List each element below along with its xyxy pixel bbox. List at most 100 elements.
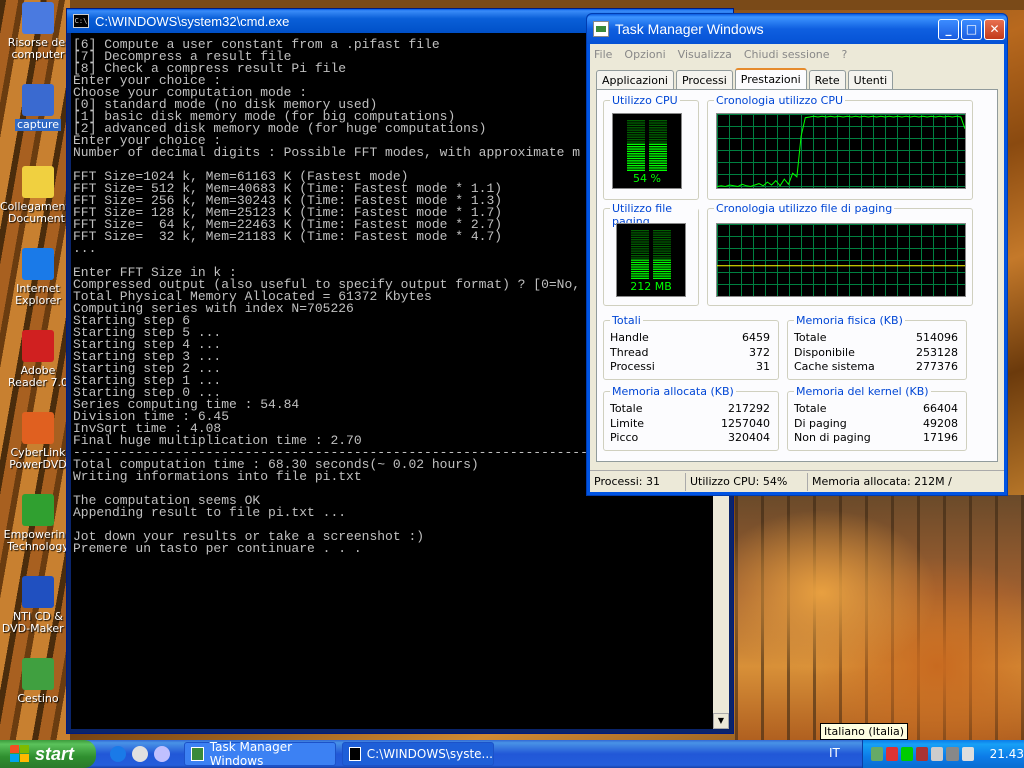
meter-segment	[653, 261, 671, 264]
meter-segment	[649, 150, 667, 153]
commit-memory-title: Memoria allocata (KB)	[610, 385, 736, 398]
desktop-icon-adobe-reader-7-0[interactable]: Adobe Reader 7.0	[0, 330, 76, 389]
meter-segment	[649, 127, 667, 129]
status-cpu: Utilizzo CPU: 54%	[686, 472, 808, 491]
adobe-reader-7-0-icon	[22, 330, 54, 362]
desktop-icon-label: CyberLink PowerDVD	[9, 446, 67, 471]
desktop-icon-risorse-del-computer[interactable]: Risorse del computer	[0, 2, 76, 61]
desktop-icon-nti-cd-dvd-maker-7[interactable]: NTI CD & DVD-Maker 7	[0, 576, 76, 635]
clock[interactable]: 21.43	[990, 747, 1024, 761]
tab-network[interactable]: Rete	[808, 70, 846, 90]
explorer-quicklaunch-icon[interactable]	[132, 746, 148, 762]
meter-segment	[649, 153, 667, 155]
start-button[interactable]: start	[0, 740, 96, 768]
meter-segment	[627, 143, 645, 145]
meter-segment	[627, 136, 645, 138]
media-player-quicklaunch-icon[interactable]	[154, 746, 170, 762]
task-manager-tray-icon[interactable]	[901, 747, 914, 761]
ie-quicklaunch-icon[interactable]	[110, 746, 126, 762]
tab-applications[interactable]: Applicazioni	[596, 70, 674, 90]
scroll-down-arrow-icon[interactable]: ▼	[713, 713, 729, 729]
security-shield-icon[interactable]	[886, 747, 899, 761]
meter-segment	[631, 261, 649, 264]
meter-segment	[627, 155, 645, 157]
task-manager-window[interactable]: Task Manager Windows _ □ ✕ File Opzioni …	[586, 13, 1008, 496]
meter-segment	[649, 138, 667, 141]
safely-remove-icon[interactable]	[961, 747, 974, 761]
meter-segment	[649, 120, 667, 122]
meter-segment	[649, 164, 667, 167]
cpu-history-graph	[716, 113, 966, 189]
cmd-icon	[349, 747, 361, 761]
tm-statusbar: Processi: 31 Utilizzo CPU: 54% Memoria a…	[590, 470, 1004, 492]
desktop-icon-empowering-technology[interactable]: Empowering Technology	[0, 494, 76, 553]
meter-segment	[653, 248, 671, 250]
menu-options[interactable]: Opzioni	[624, 48, 665, 61]
pf-history-title: Cronologia utilizzo file di paging	[714, 202, 895, 215]
taskbar: start Task Manager Windows C:\WINDOWS\sy…	[0, 740, 1024, 768]
meter-segment	[649, 131, 667, 134]
meter-segment	[627, 169, 645, 171]
desktop-icon-collegamento-documenti[interactable]: Collegamento Documenti	[0, 166, 77, 225]
cmd-title: C:\WINDOWS\system32\cmd.exe	[95, 13, 290, 29]
meter-segment	[653, 239, 671, 241]
menu-help[interactable]: ?	[842, 48, 848, 61]
tm-title: Task Manager Windows	[615, 21, 764, 37]
pf-usage-value: 212 MB	[630, 280, 672, 293]
internet-explorer-icon	[22, 248, 54, 280]
desktop-icon-label: Empowering Technology	[3, 528, 73, 553]
pf-usage-group: Utilizzo file paging 212 MB	[603, 202, 699, 306]
wallpaper-leaves	[735, 495, 1024, 740]
meter-segment	[649, 167, 667, 169]
language-indicator[interactable]: IT	[829, 746, 840, 760]
meter-segment	[627, 164, 645, 167]
kernel-memory-group: Memoria del kernel (KB) Totale 66404 Di p…	[787, 385, 967, 451]
tab-performance[interactable]: Prestazioni	[734, 68, 807, 90]
commit-memory-group: Memoria allocata (KB) Totale 217292 Limit…	[603, 385, 779, 451]
physical-row-cache: Cache sistema 277376	[794, 360, 958, 373]
desktop-icon-label: Cestino	[17, 692, 59, 705]
meter-segment	[631, 277, 649, 279]
minimize-button[interactable]: _	[938, 18, 959, 40]
tab-processes[interactable]: Processi	[675, 70, 733, 90]
menu-file[interactable]: File	[594, 48, 612, 61]
desktop-icon-label: Risorse del computer	[7, 36, 69, 61]
desktop-icon-label: Internet Explorer	[15, 282, 61, 307]
meter-segment	[627, 138, 645, 141]
physical-memory-group: Memoria fisica (KB) Totale 514096 Disponi…	[787, 314, 967, 380]
history-series-line	[716, 115, 966, 188]
taskbar-button-task-manager[interactable]: Task Manager Windows	[184, 740, 336, 768]
pf-history-line	[717, 265, 965, 267]
empowering-technology-icon	[22, 494, 54, 526]
meter-segment	[649, 124, 667, 127]
meter-segment	[631, 273, 649, 275]
meter-segment	[631, 239, 649, 241]
tab-users[interactable]: Utenti	[847, 70, 894, 90]
menu-shutdown[interactable]: Chiudi sessione	[744, 48, 830, 61]
language-tooltip: Italiano (Italia)	[820, 723, 909, 740]
tm-titlebar[interactable]: Task Manager Windows _ □ ✕	[587, 14, 1007, 44]
close-button[interactable]: ✕	[984, 18, 1005, 40]
meter-segment	[649, 129, 667, 131]
meter-segment	[653, 245, 671, 248]
taskbar-button-cmd[interactable]: C:\WINDOWS\syste...	[342, 742, 494, 766]
meter-segment	[631, 259, 649, 261]
desktop-icon-cyberlink-powerdvd[interactable]: CyberLink PowerDVD	[0, 412, 76, 471]
desktop-icon-capture[interactable]: capture	[0, 84, 76, 131]
meter-segment	[627, 134, 645, 136]
desktop-icon-internet-explorer[interactable]: Internet Explorer	[0, 248, 76, 307]
task-manager-icon	[191, 747, 204, 761]
menu-view[interactable]: Visualizza	[678, 48, 732, 61]
update-icon[interactable]	[946, 747, 959, 761]
volume-icon[interactable]	[931, 747, 944, 761]
meter-segment	[653, 257, 671, 259]
totals-row-processes: Processi 31	[610, 360, 770, 373]
maximize-button[interactable]: □	[961, 18, 982, 40]
desktop-icon-label: NTI CD & DVD-Maker 7	[1, 610, 75, 635]
meter-segment	[631, 275, 649, 277]
desktop-icon-cestino[interactable]: Cestino	[0, 658, 76, 705]
network-icon[interactable]	[871, 747, 884, 761]
meter-segment	[649, 148, 667, 150]
meter-segment	[631, 232, 649, 234]
network-disconnected-icon[interactable]	[916, 747, 929, 761]
